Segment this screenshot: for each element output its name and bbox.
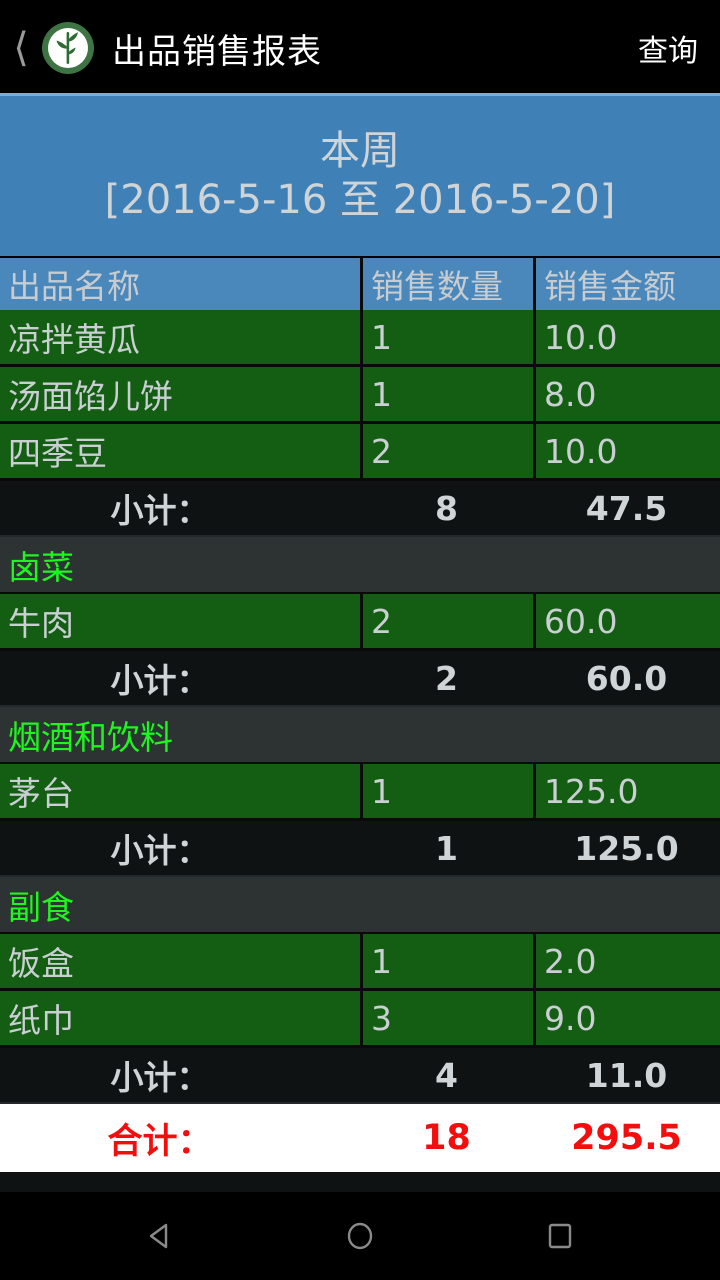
grand-total-amount: 295.5	[571, 1118, 682, 1158]
table-row[interactable]: 汤面馅儿饼 1 8.0	[0, 367, 720, 424]
cell-product-name: 汤面馅儿饼	[8, 377, 173, 416]
cell-amount: 125.0	[574, 828, 679, 868]
app-root: ⟨ 出品销售报表 查询 本周 [2016-5-16 至 2016-5-20] 出…	[0, 0, 720, 1280]
cell-qty: 8	[435, 488, 458, 528]
cell-product-name: 凉拌黄瓜	[8, 320, 140, 359]
page-title: 出品销售报表	[112, 31, 322, 72]
subtotal-row: 小计： 4 11.0	[0, 1048, 720, 1104]
cell-qty: 4	[435, 1055, 458, 1095]
period-banner[interactable]: 本周 [2016-5-16 至 2016-5-20]	[0, 96, 720, 256]
sales-report-table[interactable]: 出品名称 销售数量 销售金额 凉拌黄瓜 1 10.0 汤面馅儿饼 1 8.0 四季豆 2 10.…	[0, 256, 720, 1192]
cell-qty: 1	[360, 764, 533, 818]
category-header-row: 副食	[0, 877, 720, 934]
cell-category-name: 卤菜	[8, 547, 74, 587]
cell-qty: 2	[360, 424, 533, 478]
period-label: 本周	[320, 128, 400, 175]
cell-amount	[533, 537, 720, 592]
cell-qty: 2	[435, 658, 458, 698]
cell-qty	[360, 877, 533, 932]
cell-amount: 125.0	[533, 764, 720, 818]
period-range: [2016-5-16 至 2016-5-20]	[104, 177, 616, 223]
nav-home-icon[interactable]	[315, 1192, 405, 1280]
column-header-name: 出品名称	[8, 267, 140, 306]
cell-amount: 10.0	[533, 424, 720, 478]
back-chevron-icon[interactable]: ⟨	[8, 22, 34, 74]
grand-total-qty: 18	[422, 1118, 471, 1158]
category-header-row: 卤菜	[0, 537, 720, 594]
cell-qty: 1	[360, 934, 533, 988]
cell-qty: 1	[360, 310, 533, 364]
cell-subtotal-label: 小计：	[110, 1058, 210, 1097]
column-header-qty: 销售数量	[360, 258, 533, 310]
cell-qty	[360, 707, 533, 762]
table-row[interactable]: 茅台 1 125.0	[0, 764, 720, 821]
cell-product-name: 茅台	[8, 774, 74, 813]
cell-amount: 60.0	[585, 658, 668, 698]
cell-qty	[360, 537, 533, 592]
cell-qty: 3	[360, 991, 533, 1045]
cell-amount: 2.0	[533, 934, 720, 988]
cell-product-name: 饭盒	[8, 944, 74, 983]
cell-amount	[533, 707, 720, 762]
table-body: 凉拌黄瓜 1 10.0 汤面馅儿饼 1 8.0 四季豆 2 10.0 小计： 8 47.5 卤菜 牛肉 2 6…	[0, 310, 720, 1104]
category-header-row: 烟酒和饮料	[0, 707, 720, 764]
cell-qty: 2	[360, 594, 533, 648]
cell-subtotal-label: 小计：	[110, 661, 210, 700]
column-header-amount: 销售金额	[533, 258, 720, 310]
cell-category-name: 副食	[8, 887, 74, 927]
cell-subtotal-label: 小计：	[110, 491, 210, 530]
cell-amount: 8.0	[533, 367, 720, 421]
nav-recents-icon[interactable]	[515, 1192, 605, 1280]
cell-category-name: 烟酒和饮料	[8, 717, 173, 757]
titlebar-divider	[0, 93, 720, 96]
nav-back-icon[interactable]	[115, 1192, 205, 1280]
android-navigation-bar	[0, 1192, 720, 1280]
table-row[interactable]: 饭盒 1 2.0	[0, 934, 720, 991]
grand-total-label: 合计：	[107, 1121, 213, 1162]
table-header-row: 出品名称 销售数量 销售金额	[0, 256, 720, 310]
subtotal-row: 小计： 2 60.0	[0, 651, 720, 707]
cell-product-name: 四季豆	[8, 434, 107, 473]
cell-amount: 11.0	[585, 1055, 668, 1095]
cell-amount: 9.0	[533, 991, 720, 1045]
cell-amount: 60.0	[533, 594, 720, 648]
cell-qty: 1	[360, 367, 533, 421]
subtotal-row: 小计： 1 125.0	[0, 821, 720, 877]
titlebar: ⟨ 出品销售报表 查询	[0, 0, 720, 96]
cell-amount: 47.5	[585, 488, 668, 528]
table-row[interactable]: 牛肉 2 60.0	[0, 594, 720, 651]
cell-amount: 10.0	[533, 310, 720, 364]
cell-amount	[533, 877, 720, 932]
table-row[interactable]: 纸巾 3 9.0	[0, 991, 720, 1048]
grand-total-row: 合计： 18 295.5	[0, 1104, 720, 1175]
cell-qty: 1	[435, 828, 458, 868]
cell-product-name: 纸巾	[8, 1001, 74, 1040]
bamboo-leaf-logo-icon	[40, 20, 96, 76]
table-row[interactable]: 四季豆 2 10.0	[0, 424, 720, 481]
query-action-button[interactable]: 查询	[638, 26, 698, 70]
cell-product-name: 牛肉	[8, 604, 74, 643]
subtotal-row: 小计： 8 47.5	[0, 481, 720, 537]
cell-subtotal-label: 小计：	[110, 831, 210, 870]
table-row[interactable]: 凉拌黄瓜 1 10.0	[0, 310, 720, 367]
